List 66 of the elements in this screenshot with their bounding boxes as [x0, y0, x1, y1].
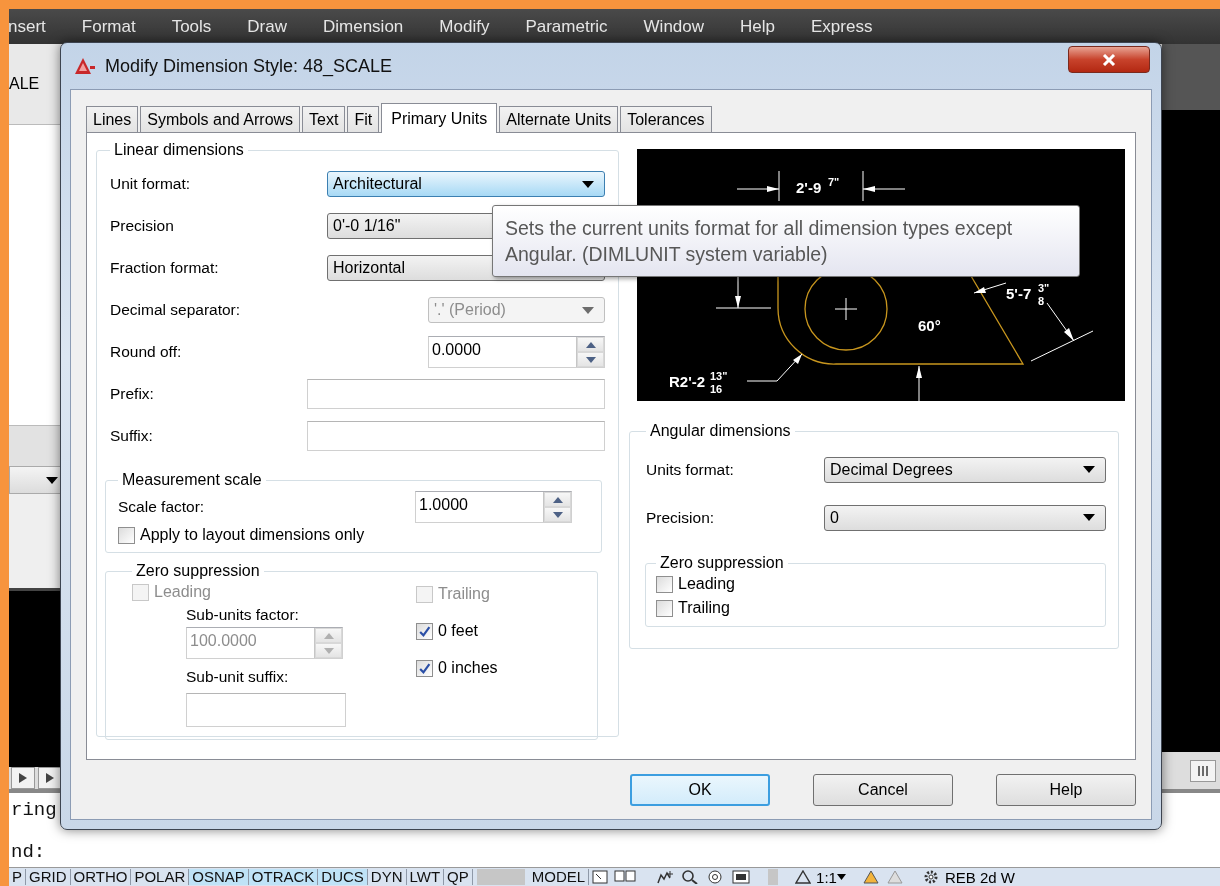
menu-item[interactable]: Help: [740, 16, 775, 37]
field-label: Unit format:: [110, 175, 191, 193]
status-toggle[interactable]: GRID: [26, 869, 71, 885]
command-text: ring: [11, 799, 58, 821]
window-title: Modify Dimension Style: 48_SCALE: [105, 55, 393, 77]
menu-item[interactable]: Modify: [439, 16, 490, 37]
status-toggle[interactable]: MODEL: [528, 869, 590, 885]
menu-item[interactable]: Dimension: [323, 16, 404, 37]
field-label: Prefix:: [110, 385, 154, 403]
status-toggle[interactable]: P: [9, 869, 26, 885]
status-toggle[interactable]: OSNAP: [189, 869, 249, 885]
field-label: Scale factor:: [118, 498, 205, 516]
checkbox-label[interactable]: Apply to layout dimensions only: [140, 526, 365, 544]
status-toggle[interactable]: OTRACK: [248, 869, 319, 885]
status-toggle[interactable]: DUCS: [318, 869, 368, 885]
dropdown[interactable]: Decimal Degrees: [824, 456, 1106, 483]
field-label: Round off:: [110, 343, 182, 361]
tab[interactable]: Fit: [347, 106, 380, 132]
field-label: Fraction format:: [110, 259, 219, 277]
tab[interactable]: Alternate Units: [499, 106, 619, 132]
tooltip: Sets the current units format for all dimension types except Angular. (DIMLUNIT system variable): [492, 205, 1080, 277]
panel-label: ALE: [9, 75, 40, 93]
dialog-button[interactable]: OK: [630, 774, 770, 806]
tab[interactable]: Text: [302, 106, 346, 132]
menu-item[interactable]: Draw: [247, 16, 287, 37]
tab[interactable]: Symbols and Arrows: [140, 106, 301, 132]
dropdown[interactable]: Architectural: [327, 171, 605, 197]
dimension-label: 60°: [918, 317, 941, 334]
menu-item[interactable]: nsert: [9, 16, 46, 37]
field-label: Sub-unit suffix:: [186, 668, 289, 686]
tab[interactable]: Tolerances: [620, 106, 712, 132]
checkbox-label[interactable]: Trailing: [678, 599, 730, 617]
field-label: Suffix:: [110, 427, 153, 445]
field-label: Precision: [110, 217, 174, 235]
dimension-label: 2'-9 7": [796, 176, 840, 196]
tab[interactable]: Lines: [86, 106, 139, 132]
field-label: Units format:: [646, 460, 734, 479]
status-toggle[interactable]: ORTHO: [70, 869, 132, 885]
group-title: Measurement scale: [121, 471, 263, 489]
menu-item[interactable]: Window: [643, 16, 705, 37]
checkbox-label[interactable]: Leading: [678, 575, 735, 593]
status-toggle[interactable]: QP: [444, 869, 473, 885]
number-field[interactable]: 0.0000: [428, 336, 605, 368]
dialog-button[interactable]: Cancel: [813, 774, 953, 806]
menu-item[interactable]: Parametric: [525, 16, 608, 37]
dialog-button[interactable]: Help: [996, 774, 1136, 806]
menu-item[interactable]: Format: [81, 16, 136, 37]
menu-item[interactable]: Tools: [171, 16, 212, 37]
tab[interactable]: Primary Units: [381, 103, 498, 133]
field-label: Precision:: [646, 508, 715, 527]
checkbox-label[interactable]: 0 feet: [438, 622, 479, 640]
group-title: Angular dimensions: [649, 422, 792, 440]
group-title: Zero suppression: [135, 562, 261, 580]
number-field[interactable]: 1.0000: [415, 491, 572, 523]
field-label: Decimal separator:: [110, 301, 241, 319]
checkbox-label[interactable]: 0 inches: [438, 659, 498, 677]
annotation-scale[interactable]: 1:1: [816, 868, 837, 886]
field-label: Sub-units factor:: [186, 606, 299, 624]
group-title: Zero suppression: [659, 554, 785, 572]
group-title: Linear dimensions: [113, 141, 245, 159]
workspace-label[interactable]: REB 2d W: [944, 868, 1015, 886]
menu-item[interactable]: Express: [811, 16, 873, 37]
status-toggle[interactable]: DYN: [367, 869, 407, 885]
dropdown[interactable]: 0: [824, 504, 1106, 531]
command-text: nd:: [11, 841, 47, 863]
status-toggle[interactable]: LWT: [406, 869, 445, 885]
